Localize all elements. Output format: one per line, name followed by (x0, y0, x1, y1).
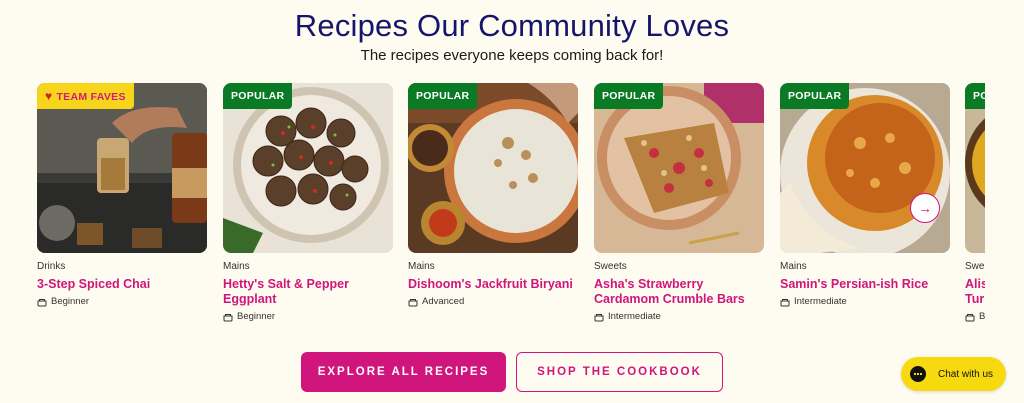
recipe-image[interactable]: POPULAR (780, 83, 950, 253)
pot-icon (594, 313, 604, 321)
carousel-next-button[interactable]: → (910, 193, 940, 223)
arrow-right-icon: → (918, 200, 932, 216)
chat-label: Chat with us (938, 368, 994, 380)
recipe-level: Beginner (223, 311, 393, 322)
heart-icon: ♥ (45, 89, 53, 103)
popular-badge: POPULAR (223, 83, 293, 109)
pot-icon (37, 298, 47, 306)
recipe-image[interactable]: PO (965, 83, 985, 253)
recipe-image[interactable]: POPULAR (408, 83, 578, 253)
recipe-card[interactable]: PO Swe Alis Tur B (965, 83, 985, 322)
recipe-category: Mains (780, 261, 807, 272)
recipe-image[interactable]: POPULAR (594, 83, 764, 253)
recipe-title[interactable]: Hetty's Salt & Pepper Eggplant (223, 277, 393, 307)
team-faves-badge: ♥ TEAM FAVES (37, 83, 134, 109)
recipe-title[interactable]: Samin's Persian-ish Rice (780, 277, 950, 292)
pot-icon (780, 298, 790, 306)
recipe-card[interactable]: POPULAR Sweets Asha's Strawberry Cardamo… (594, 83, 764, 322)
section-title: Recipes Our Community Loves (294, 8, 730, 43)
popular-badge: PO (965, 83, 985, 109)
recipe-category: Swe (965, 261, 985, 272)
shop-the-cookbook-button[interactable]: SHOP THE COOKBOOK (516, 352, 723, 392)
pot-icon (223, 313, 233, 321)
recipe-title[interactable]: Asha's Strawberry Cardamom Crumble Bars (594, 277, 764, 307)
recipe-image[interactable]: ♥ TEAM FAVES (37, 83, 207, 253)
section-subtitle: The recipes everyone keeps coming back f… (360, 47, 664, 64)
recipe-card[interactable]: POPULAR Mains Hetty's Salt & Pepper Eggp… (223, 83, 393, 322)
recipe-image[interactable]: POPULAR (223, 83, 393, 253)
recipe-title[interactable]: Dishoom's Jackfruit Biryani (408, 277, 578, 292)
pot-icon (965, 313, 975, 321)
recipe-category: Mains (408, 261, 435, 272)
recipe-category: Sweets (594, 261, 627, 272)
recipe-level: Advanced (408, 296, 578, 307)
pot-icon (408, 298, 418, 306)
popular-badge: POPULAR (408, 83, 478, 109)
chat-bubble-icon (910, 366, 926, 382)
recipe-level: Intermediate (594, 311, 764, 322)
recipe-carousel[interactable]: ♥ TEAM FAVES Drinks 3-Step Spiced Chai Be… (37, 83, 985, 333)
recipe-title[interactable]: 3-Step Spiced Chai (37, 277, 207, 292)
popular-badge: POPULAR (594, 83, 664, 109)
recipe-level: B (965, 311, 985, 322)
recipe-card[interactable]: POPULAR Mains Dishoom's Jackfruit Biryan… (408, 83, 578, 307)
recipe-card[interactable]: ♥ TEAM FAVES Drinks 3-Step Spiced Chai Be… (37, 83, 207, 307)
recipe-category: Drinks (37, 261, 66, 272)
chat-widget-button[interactable]: Chat with us (901, 357, 1006, 391)
recipe-level: Intermediate (780, 296, 950, 307)
recipe-level: Beginner (37, 296, 207, 307)
explore-all-recipes-button[interactable]: EXPLORE ALL RECIPES (301, 352, 506, 392)
recipe-category: Mains (223, 261, 250, 272)
recipe-title[interactable]: Alis Tur (965, 277, 985, 307)
popular-badge: POPULAR (780, 83, 850, 109)
